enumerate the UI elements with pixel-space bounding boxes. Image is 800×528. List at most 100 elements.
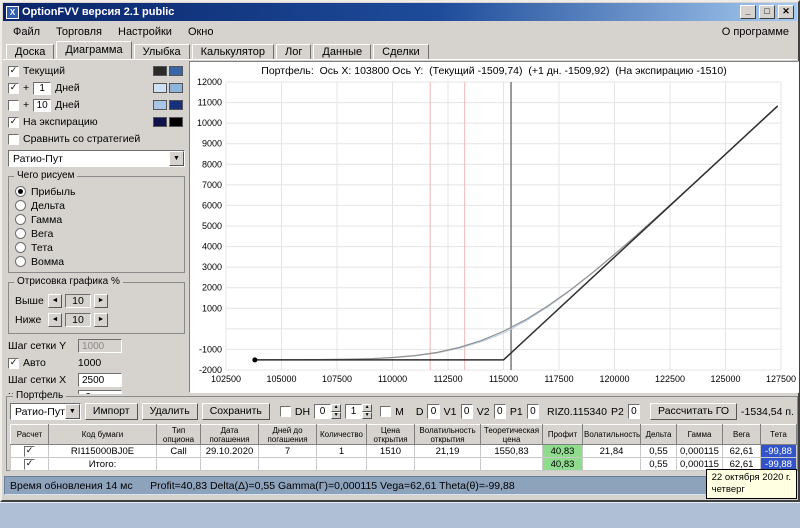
tab-calculator[interactable]: Калькулятор bbox=[192, 44, 274, 59]
column-header[interactable]: Волатильность открытия bbox=[415, 425, 481, 445]
p2-input[interactable]: 0 bbox=[628, 404, 640, 419]
chevron-down-icon[interactable]: ▼ bbox=[169, 151, 184, 166]
column-header[interactable]: Теоретическая цена bbox=[481, 425, 543, 445]
plus10-checkbox[interactable] bbox=[8, 100, 19, 111]
column-header[interactable]: Количество bbox=[317, 425, 367, 445]
table-row[interactable]: Итого:40,830,550,00011562,61-99,88 bbox=[11, 458, 797, 471]
tab-smile[interactable]: Улыбка bbox=[134, 44, 190, 59]
column-header[interactable]: Профит bbox=[543, 425, 583, 445]
column-header[interactable]: Вега bbox=[723, 425, 761, 445]
chevron-down-icon[interactable]: ▼ bbox=[65, 404, 80, 419]
close-button[interactable]: ✕ bbox=[778, 5, 794, 19]
table-cell[interactable]: 1 bbox=[317, 445, 367, 458]
save-button[interactable]: Сохранить bbox=[202, 403, 270, 420]
current-checkbox[interactable] bbox=[8, 66, 19, 77]
color-swatch[interactable] bbox=[169, 100, 183, 110]
table-cell[interactable] bbox=[157, 458, 201, 471]
table-cell[interactable]: 7 bbox=[259, 445, 317, 458]
vega-radio[interactable] bbox=[15, 228, 26, 239]
color-swatch[interactable] bbox=[153, 117, 167, 127]
plus1-checkbox[interactable] bbox=[8, 83, 19, 94]
tab-log[interactable]: Лог bbox=[276, 44, 311, 59]
menu-window[interactable]: Окно bbox=[180, 24, 222, 40]
grid-step-y-input[interactable]: 1000 bbox=[78, 339, 122, 353]
v1-input[interactable]: 0 bbox=[461, 404, 473, 419]
menu-about[interactable]: О программе bbox=[716, 24, 795, 40]
table-cell[interactable]: 0,55 bbox=[641, 445, 677, 458]
color-swatch[interactable] bbox=[169, 66, 183, 76]
menu-trading[interactable]: Торговля bbox=[48, 24, 110, 40]
title-bar[interactable]: X OptionFVV версия 2.1 public _ □ ✕ bbox=[3, 3, 797, 21]
increment-button[interactable]: ► bbox=[94, 313, 108, 327]
table-cell[interactable]: 0,55 bbox=[641, 458, 677, 471]
column-header[interactable]: Гамма bbox=[677, 425, 723, 445]
tab-deals[interactable]: Сделки bbox=[373, 44, 429, 59]
profit-chart[interactable]: 1200011000100009000800070006000500040003… bbox=[190, 78, 797, 390]
color-swatch[interactable] bbox=[169, 117, 183, 127]
plus10-days-input[interactable]: 10 bbox=[33, 99, 51, 112]
increment-button[interactable]: ► bbox=[94, 294, 108, 308]
column-header[interactable]: Расчет bbox=[11, 425, 49, 445]
minimize-button[interactable]: _ bbox=[740, 5, 756, 19]
m-checkbox[interactable] bbox=[380, 406, 391, 417]
table-cell[interactable]: 21,19 bbox=[415, 445, 481, 458]
auto-checkbox[interactable] bbox=[8, 358, 19, 369]
column-header[interactable]: Код бумаги bbox=[49, 425, 157, 445]
menu-file[interactable]: Файл bbox=[5, 24, 48, 40]
above-value[interactable]: 10 bbox=[65, 294, 91, 308]
spinner-arrows[interactable]: ▲▼ bbox=[362, 404, 372, 419]
column-header[interactable]: Волатильность bbox=[583, 425, 641, 445]
column-header[interactable]: Дата погашения bbox=[201, 425, 259, 445]
table-cell[interactable] bbox=[259, 458, 317, 471]
calc-margin-button[interactable]: Рассчитать ГО bbox=[650, 403, 737, 420]
table-cell[interactable] bbox=[415, 458, 481, 471]
p1-input[interactable]: 0 bbox=[527, 404, 539, 419]
table-cell[interactable]: 21,84 bbox=[583, 445, 641, 458]
table-cell[interactable] bbox=[317, 458, 367, 471]
import-button[interactable]: Импорт bbox=[85, 403, 138, 420]
taskbar[interactable]: RU 22:15 22.10.2020 bbox=[0, 502, 800, 528]
table-cell[interactable]: 0,000115 bbox=[677, 445, 723, 458]
portfolio-strategy-select[interactable]: Ратио-Пут ▼ bbox=[10, 403, 81, 420]
table-cell[interactable]: 62,61 bbox=[723, 445, 761, 458]
table-cell[interactable] bbox=[367, 458, 415, 471]
column-header[interactable]: Тета bbox=[761, 425, 797, 445]
table-cell[interactable]: 1510 bbox=[367, 445, 415, 458]
table-cell[interactable]: Call bbox=[157, 445, 201, 458]
profit-radio[interactable] bbox=[15, 186, 26, 197]
dh-checkbox[interactable] bbox=[280, 406, 291, 417]
spinner-arrows[interactable]: ▲▼ bbox=[331, 404, 341, 419]
compare-checkbox[interactable] bbox=[8, 134, 19, 145]
table-row[interactable]: RI115000BJ0ECall29.10.202071151021,19155… bbox=[11, 445, 797, 458]
decrement-button[interactable]: ◄ bbox=[48, 313, 62, 327]
table-cell[interactable] bbox=[583, 458, 641, 471]
row-calc-checkbox[interactable] bbox=[24, 446, 35, 457]
table-cell[interactable]: 40,83 bbox=[543, 458, 583, 471]
dh-value-2[interactable]: 1 bbox=[345, 404, 362, 419]
strategy-select[interactable]: Ратио-Пут ▼ bbox=[8, 150, 185, 167]
table-cell[interactable]: 29.10.2020 bbox=[201, 445, 259, 458]
d-input[interactable]: 0 bbox=[427, 404, 439, 419]
color-swatch[interactable] bbox=[169, 83, 183, 93]
table-cell[interactable]: Итого: bbox=[49, 458, 157, 471]
color-swatch[interactable] bbox=[153, 100, 167, 110]
dh-spin-1[interactable]: 0 ▲▼ bbox=[314, 404, 341, 419]
table-cell[interactable] bbox=[201, 458, 259, 471]
menu-settings[interactable]: Настройки bbox=[110, 24, 180, 40]
table-cell[interactable]: RI115000BJ0E bbox=[49, 445, 157, 458]
column-header[interactable]: Дней до погашения bbox=[259, 425, 317, 445]
tab-data[interactable]: Данные bbox=[313, 44, 371, 59]
row-calc-checkbox[interactable] bbox=[24, 459, 35, 470]
table-cell[interactable]: -99,88 bbox=[761, 445, 797, 458]
maximize-button[interactable]: □ bbox=[759, 5, 775, 19]
dh-value-1[interactable]: 0 bbox=[314, 404, 331, 419]
v2-input[interactable]: 0 bbox=[494, 404, 506, 419]
theta-radio[interactable] bbox=[15, 242, 26, 253]
tab-board[interactable]: Доска bbox=[6, 44, 54, 59]
tab-diagram[interactable]: Диаграмма bbox=[56, 41, 131, 59]
gamma-radio[interactable] bbox=[15, 214, 26, 225]
sko-input[interactable]: -2 bbox=[78, 390, 122, 394]
decrement-button[interactable]: ◄ bbox=[48, 294, 62, 308]
column-header[interactable]: Цена открытия bbox=[367, 425, 415, 445]
delete-button[interactable]: Удалить bbox=[142, 403, 198, 420]
